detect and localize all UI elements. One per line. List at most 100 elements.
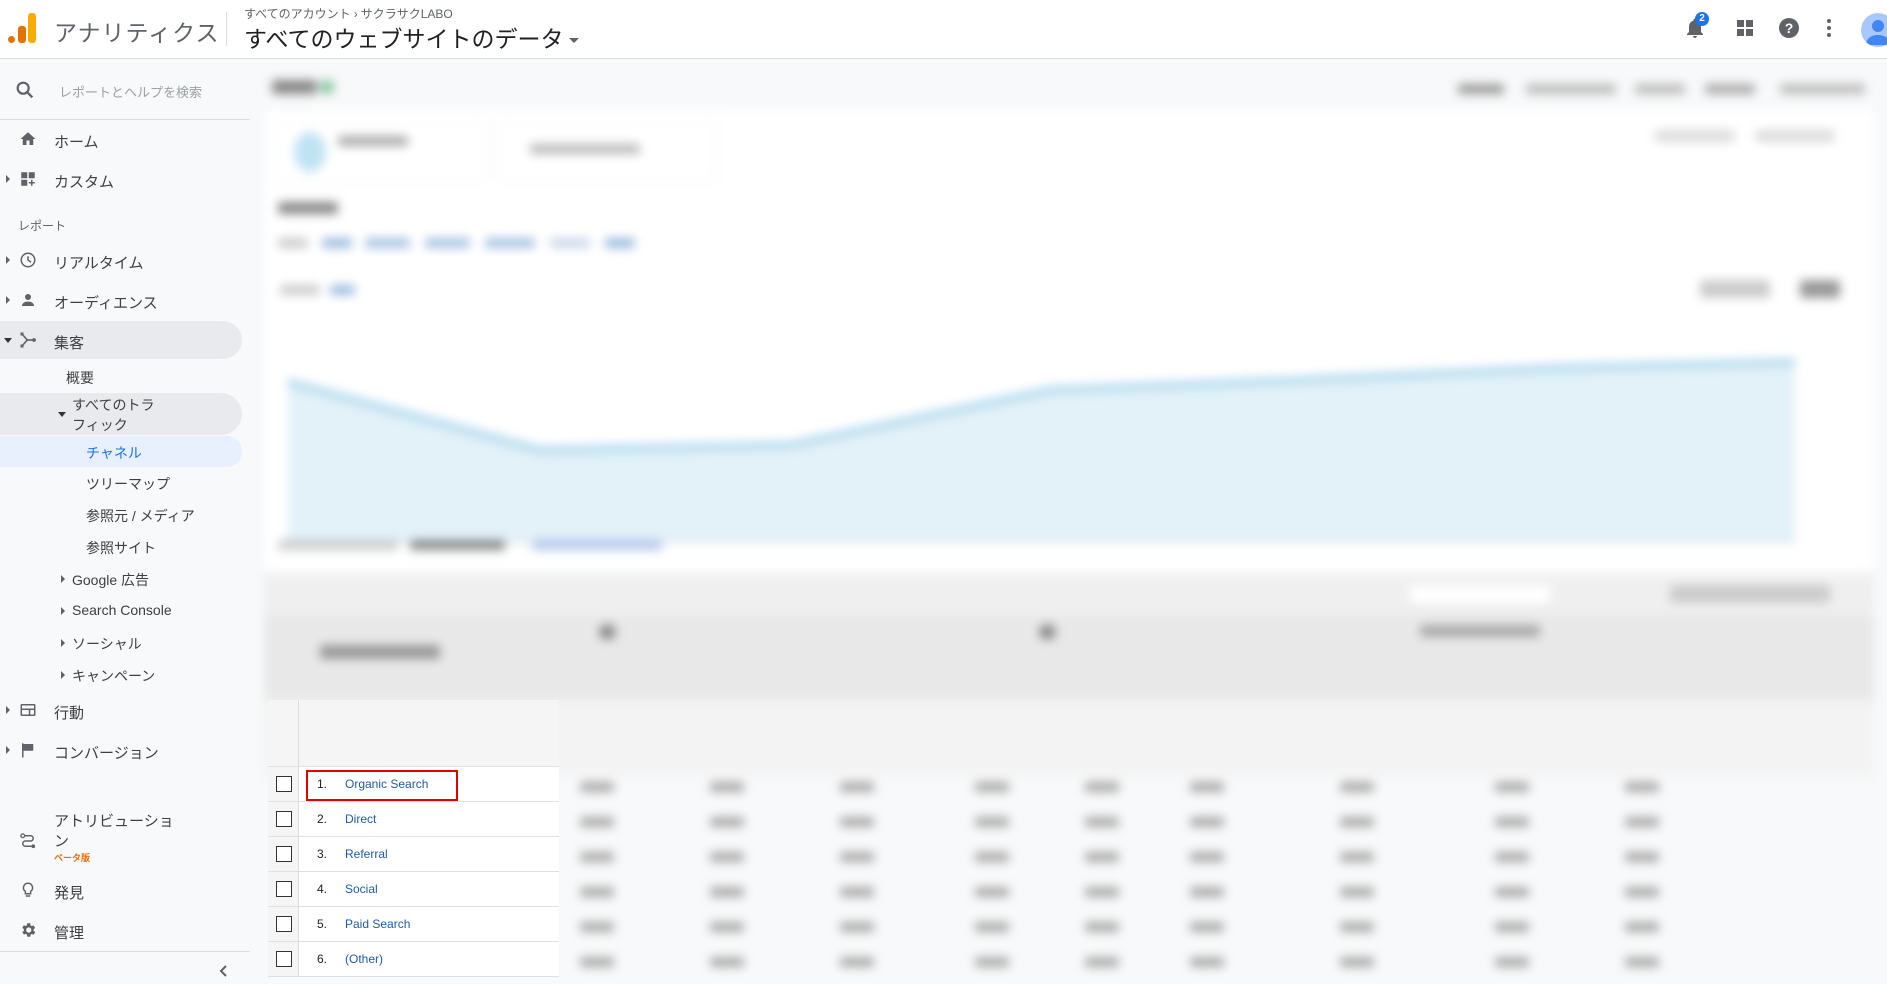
sidebar-item-label: アトリビューション (54, 813, 174, 850)
sidebar-item-label: 管理 (54, 925, 85, 942)
row-index: 3. (317, 847, 328, 861)
sidebar-item-treemaps[interactable]: ツリーマップ (0, 467, 242, 499)
apps-button[interactable] (1733, 16, 1759, 42)
sidebar-item-label: ホーム (54, 134, 99, 151)
behavior-icon (20, 704, 36, 716)
more-options-button[interactable] (1817, 16, 1843, 42)
channel-link[interactable]: Direct (345, 812, 376, 826)
dimension-label-placeholder (410, 540, 505, 550)
expand-arrow-icon (6, 175, 10, 183)
row-checkbox[interactable] (276, 811, 292, 827)
channel-link[interactable]: Paid Search (345, 917, 410, 931)
row-checkbox[interactable] (276, 881, 292, 897)
tab-placeholder (278, 238, 308, 248)
sidebar-item-label: カスタム (54, 174, 115, 191)
column-header-placeholder (600, 625, 615, 639)
person-icon (22, 294, 34, 306)
metric-selector-placeholder (330, 285, 355, 295)
sidebar-item-label: すべてのトラ フィック (72, 397, 155, 433)
channel-link[interactable]: (Other) (345, 952, 383, 966)
row-checkbox[interactable] (276, 951, 292, 967)
collapse-sidebar-button[interactable] (216, 963, 232, 979)
sidebar-item-label: キャンペーン (72, 668, 156, 684)
notifications-button[interactable]: 2 (1683, 12, 1709, 42)
verified-badge-placeholder (320, 80, 334, 94)
column-header-placeholder (1420, 625, 1540, 637)
expand-arrow-icon (61, 607, 65, 615)
table-row: 3. Referral (268, 836, 559, 871)
table-row: 6. (Other) (268, 941, 559, 976)
sidebar-item-campaigns[interactable]: キャンペーン (0, 659, 242, 691)
tab-placeholder (485, 238, 535, 248)
channel-cell: 4. Social (299, 872, 559, 906)
gear-icon (22, 923, 36, 937)
table-row: 5. Paid Search (268, 906, 559, 941)
more-vert-icon (1827, 19, 1831, 37)
lightbulb-icon (22, 882, 34, 897)
sidebar-item-channels[interactable]: チャネル (0, 436, 242, 467)
view-name: すべてのウェブサイトのデータ (244, 26, 564, 52)
sidebar-item-behavior[interactable]: 行動 (0, 691, 242, 729)
column-header-placeholder (320, 645, 440, 659)
sidebar-nav: レポートとヘルプを検索 ホーム カスタム レポート リアルタイム オーディエンス… (0, 60, 250, 982)
expand-arrow-icon (61, 575, 65, 583)
sidebar-item-attribution[interactable]: アトリビューション ベータ版 (0, 810, 242, 866)
toolbar-placeholder (1705, 84, 1755, 94)
tab-placeholder (425, 238, 470, 248)
row-checkbox[interactable] (276, 846, 292, 862)
sidebar-item-referrals[interactable]: 参照サイト (0, 531, 242, 563)
sidebar-item-label: 集客 (54, 335, 85, 352)
row-index: 6. (317, 952, 328, 966)
search-placeholder: レポートとヘルプを検索 (59, 85, 203, 100)
app-header: アナリティクス すべてのアカウント › サクラサクLABO すべてのウェブサイトのデ… (0, 0, 1887, 59)
channel-link[interactable]: Social (345, 882, 378, 896)
sidebar-item-custom[interactable]: カスタム (0, 160, 242, 198)
home-icon (20, 132, 36, 145)
sidebar-item-source-medium[interactable]: 参照元 / メディア (0, 499, 242, 531)
sidebar-item-acquisition[interactable]: 集客 (0, 321, 242, 359)
sidebar-item-google-ads[interactable]: Google 広告 (0, 563, 242, 595)
account-avatar[interactable] (1861, 13, 1887, 47)
row-checkbox[interactable] (276, 916, 292, 932)
acquisition-icon (20, 332, 36, 348)
sidebar-item-all-traffic[interactable]: すべてのトラ フィック (0, 393, 242, 435)
analytics-logo-icon[interactable] (8, 13, 38, 43)
attribution-icon (20, 833, 36, 849)
notification-badge: 2 (1695, 12, 1709, 26)
sidebar-item-audience[interactable]: オーディエンス (0, 281, 242, 319)
sidebar-item-label: 行動 (54, 705, 85, 722)
sidebar-item-realtime[interactable]: リアルタイム (0, 241, 242, 279)
sidebar-item-admin[interactable]: 管理 (0, 911, 242, 949)
sidebar-item-social[interactable]: ソーシャル (0, 627, 242, 659)
channel-cell: 3. Referral (299, 837, 559, 871)
column-header-placeholder (1040, 625, 1055, 639)
table-row: 1. Organic Search (268, 766, 559, 801)
expand-arrow-icon (6, 296, 10, 304)
row-checkbox[interactable] (276, 776, 292, 792)
person-avatar-icon (1866, 20, 1887, 45)
help-button[interactable]: ? (1777, 16, 1803, 42)
sidebar-item-label: 概要 (66, 370, 94, 386)
table-view-toggle-placeholder (1670, 585, 1830, 603)
sidebar-divider (0, 951, 250, 952)
sidebar-item-search-console[interactable]: Search Console (0, 595, 242, 627)
channel-cell: 6. (Other) (299, 942, 559, 976)
segment-circle-placeholder (294, 132, 326, 172)
breadcrumb-property: サクラサクLABO (360, 7, 453, 21)
sidebar-item-label: Google 広告 (72, 572, 150, 588)
sidebar-item-home[interactable]: ホーム (0, 120, 242, 158)
collapse-arrow-icon (58, 412, 66, 417)
channel-link[interactable]: Referral (345, 847, 388, 861)
table-row: 4. Social (268, 871, 559, 906)
table-search-placeholder (1410, 585, 1550, 603)
expand-arrow-icon (6, 706, 10, 714)
sidebar-item-discover[interactable]: 発見 (0, 871, 242, 909)
view-selector[interactable]: すべてのウェブサイトのデータ (244, 20, 580, 54)
report-search[interactable]: レポートとヘルプを検索 (0, 60, 250, 120)
breadcrumb-account: すべてのアカウント (244, 7, 351, 21)
sessions-line-chart-placeholder (286, 358, 1796, 543)
channel-cell: 2. Direct (299, 802, 559, 836)
tab-placeholder (322, 238, 352, 248)
sidebar-item-conversions[interactable]: コンバージョン (0, 731, 242, 769)
sidebar-item-overview[interactable]: 概要 (0, 361, 242, 393)
